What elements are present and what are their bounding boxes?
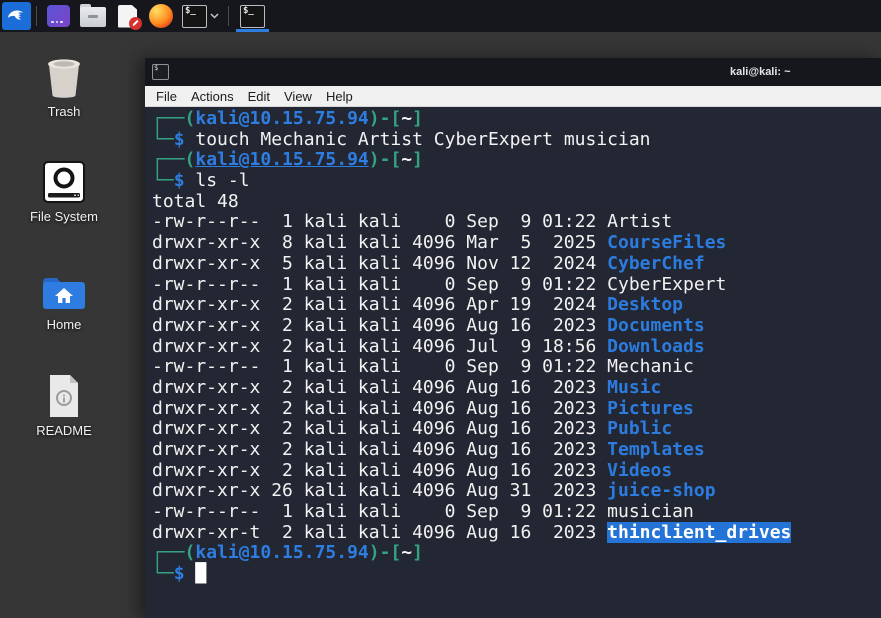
taskbar: $_ $_	[0, 0, 881, 32]
taskbar-separator	[36, 6, 37, 26]
terminal-line: drwxr-xr-x 2 kali kali 4096 Aug 16 2023 …	[152, 419, 881, 440]
workspace-icon	[47, 5, 70, 27]
terminal-window: $ kali@kali: ~ File Actions Edit View He…	[145, 58, 881, 618]
terminal-line: drwxr-xr-x 8 kali kali 4096 Mar 5 2025 C…	[152, 233, 881, 254]
terminal-line: ┌──(kali@10.15.75.94)-[~]	[152, 543, 881, 564]
terminal-line: └─$ █	[152, 564, 881, 585]
terminal-line: drwxr-xr-x 5 kali kali 4096 Nov 12 2024 …	[152, 254, 881, 275]
workspace-switcher-button[interactable]	[47, 0, 70, 32]
menu-edit[interactable]: Edit	[241, 89, 277, 104]
terminal-line: drwxr-xr-x 2 kali kali 4096 Aug 16 2023 …	[152, 399, 881, 420]
terminal-window-button[interactable]: $_	[234, 0, 271, 32]
terminal-icon: $_	[240, 5, 265, 28]
desktop-icon-trash[interactable]: Trash	[16, 50, 112, 119]
terminal-icon: $	[152, 64, 169, 80]
firefox-launcher[interactable]	[149, 0, 173, 32]
terminal-line: drwxr-xr-t 2 kali kali 4096 Aug 16 2023 …	[152, 523, 881, 544]
terminal-line: drwxr-xr-x 26 kali kali 4096 Aug 31 2023…	[152, 481, 881, 502]
terminal-body[interactable]: ┌──(kali@10.15.75.94)-[~]└─$ touch Mecha…	[145, 107, 881, 618]
desktop-icon-readme[interactable]: README	[16, 369, 112, 438]
menu-view[interactable]: View	[277, 89, 319, 104]
text-editor-launcher[interactable]	[118, 0, 137, 32]
desktop-icon-file-system[interactable]: File System	[16, 155, 112, 224]
desktop-icon-home[interactable]: Home	[16, 263, 112, 332]
document-edit-icon	[118, 5, 137, 28]
terminal-line: total 48	[152, 192, 881, 213]
desktop: $_ $_ Trash	[0, 0, 881, 618]
window-titlebar[interactable]: $ kali@kali: ~	[145, 58, 881, 86]
trash-icon	[16, 50, 112, 100]
desktop-icon-label: README	[16, 423, 112, 438]
terminal-launcher[interactable]: $_	[182, 0, 207, 32]
terminal-line: └─$ touch Mechanic Artist CyberExpert mu…	[152, 130, 881, 151]
chevron-down-icon[interactable]	[210, 0, 219, 32]
terminal-line: └─$ ls -l	[152, 171, 881, 192]
terminal-line: -rw-r--r-- 1 kali kali 0 Sep 9 01:22 Art…	[152, 212, 881, 233]
terminal-line: drwxr-xr-x 2 kali kali 4096 Aug 16 2023 …	[152, 461, 881, 482]
terminal-line: drwxr-xr-x 2 kali kali 4096 Aug 16 2023 …	[152, 440, 881, 461]
terminal-line: ┌──(kali@10.15.75.94)-[~]	[152, 150, 881, 171]
terminal-line: ┌──(kali@10.15.75.94)-[~]	[152, 109, 881, 130]
menu-help[interactable]: Help	[319, 89, 360, 104]
terminal-line: drwxr-xr-x 2 kali kali 4096 Apr 19 2024 …	[152, 295, 881, 316]
terminal-line: drwxr-xr-x 2 kali kali 4096 Jul 9 18:56 …	[152, 337, 881, 358]
readme-file-icon	[16, 369, 112, 419]
folder-icon	[80, 7, 106, 27]
kali-menu-button[interactable]	[2, 2, 31, 30]
desktop-icon-label: Home	[16, 317, 112, 332]
hard-drive-icon	[16, 155, 112, 205]
desktop-icon-label: Trash	[16, 104, 112, 119]
window-title: kali@kali: ~	[730, 66, 791, 78]
file-manager-launcher[interactable]	[80, 0, 106, 32]
home-folder-icon	[16, 263, 112, 313]
terminal-line: -rw-r--r-- 1 kali kali 0 Sep 9 01:22 Mec…	[152, 357, 881, 378]
menu-actions[interactable]: Actions	[184, 89, 241, 104]
terminal-line: drwxr-xr-x 2 kali kali 4096 Aug 16 2023 …	[152, 378, 881, 399]
desktop-icon-label: File System	[16, 209, 112, 224]
menu-file[interactable]: File	[149, 89, 184, 104]
terminal-line: drwxr-xr-x 2 kali kali 4096 Aug 16 2023 …	[152, 316, 881, 337]
terminal-line: -rw-r--r-- 1 kali kali 0 Sep 9 01:22 mus…	[152, 502, 881, 523]
terminal-line: -rw-r--r-- 1 kali kali 0 Sep 9 01:22 Cyb…	[152, 275, 881, 296]
taskbar-separator	[228, 6, 229, 26]
firefox-icon	[149, 4, 173, 28]
menu-bar: File Actions Edit View Help	[145, 86, 881, 107]
terminal-icon: $_	[182, 5, 207, 28]
kali-dragon-icon	[5, 2, 28, 30]
